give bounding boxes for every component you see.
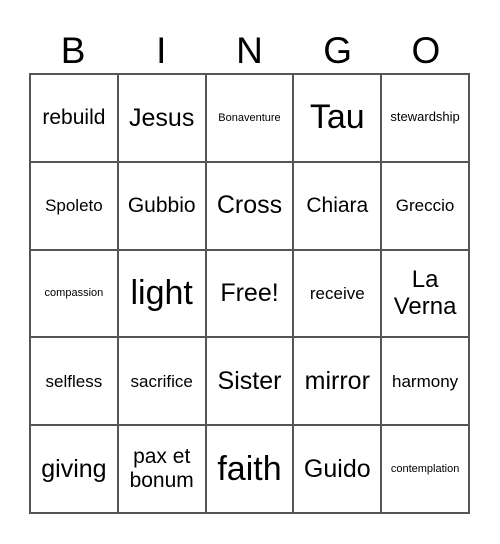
header-letter-o: O xyxy=(411,30,441,71)
bingo-cell[interactable]: compassion xyxy=(30,249,118,338)
bingo-cell[interactable]: selfless xyxy=(30,337,118,426)
bingo-cell[interactable]: Bonaventure xyxy=(205,74,294,162)
header-letter-n: N xyxy=(236,30,263,71)
bingo-grid: rebuild Jesus Bonaventure Tau stewardshi… xyxy=(29,73,470,514)
free-space-cell[interactable]: Free! xyxy=(205,249,294,338)
header-letter-i: I xyxy=(156,30,167,71)
bingo-cell[interactable]: giving xyxy=(30,425,118,513)
bingo-cell[interactable]: faith xyxy=(205,425,294,513)
bingo-cell[interactable]: Jesus xyxy=(117,74,206,162)
bingo-cell[interactable]: Sister xyxy=(205,337,294,426)
bingo-cell[interactable]: Spoleto xyxy=(30,161,118,250)
bingo-cell[interactable]: stewardship xyxy=(381,74,469,162)
bingo-cell[interactable]: Greccio xyxy=(381,161,469,250)
bingo-cell[interactable]: Tau xyxy=(293,74,382,162)
bingo-cell[interactable]: Chiara xyxy=(293,161,382,250)
bingo-cell[interactable]: receive xyxy=(293,249,382,338)
bingo-cell[interactable]: sacrifice xyxy=(117,337,206,426)
bingo-cell[interactable]: Gubbio xyxy=(117,161,206,250)
bingo-cell[interactable]: Guido xyxy=(293,425,382,513)
bingo-cell[interactable]: pax et bonum xyxy=(117,425,206,513)
bingo-cell[interactable]: Cross xyxy=(205,161,294,250)
bingo-header: B I N G O xyxy=(29,28,470,73)
bingo-cell[interactable]: contemplation xyxy=(381,425,469,513)
bingo-cell[interactable]: mirror xyxy=(293,337,382,426)
bingo-cell[interactable]: La Verna xyxy=(381,249,469,338)
bingo-cell[interactable]: rebuild xyxy=(30,74,118,162)
bingo-cell[interactable]: harmony xyxy=(381,337,469,426)
header-letter-b: B xyxy=(60,30,86,71)
header-letter-g: G xyxy=(323,30,353,71)
bingo-cell[interactable]: light xyxy=(117,249,206,338)
